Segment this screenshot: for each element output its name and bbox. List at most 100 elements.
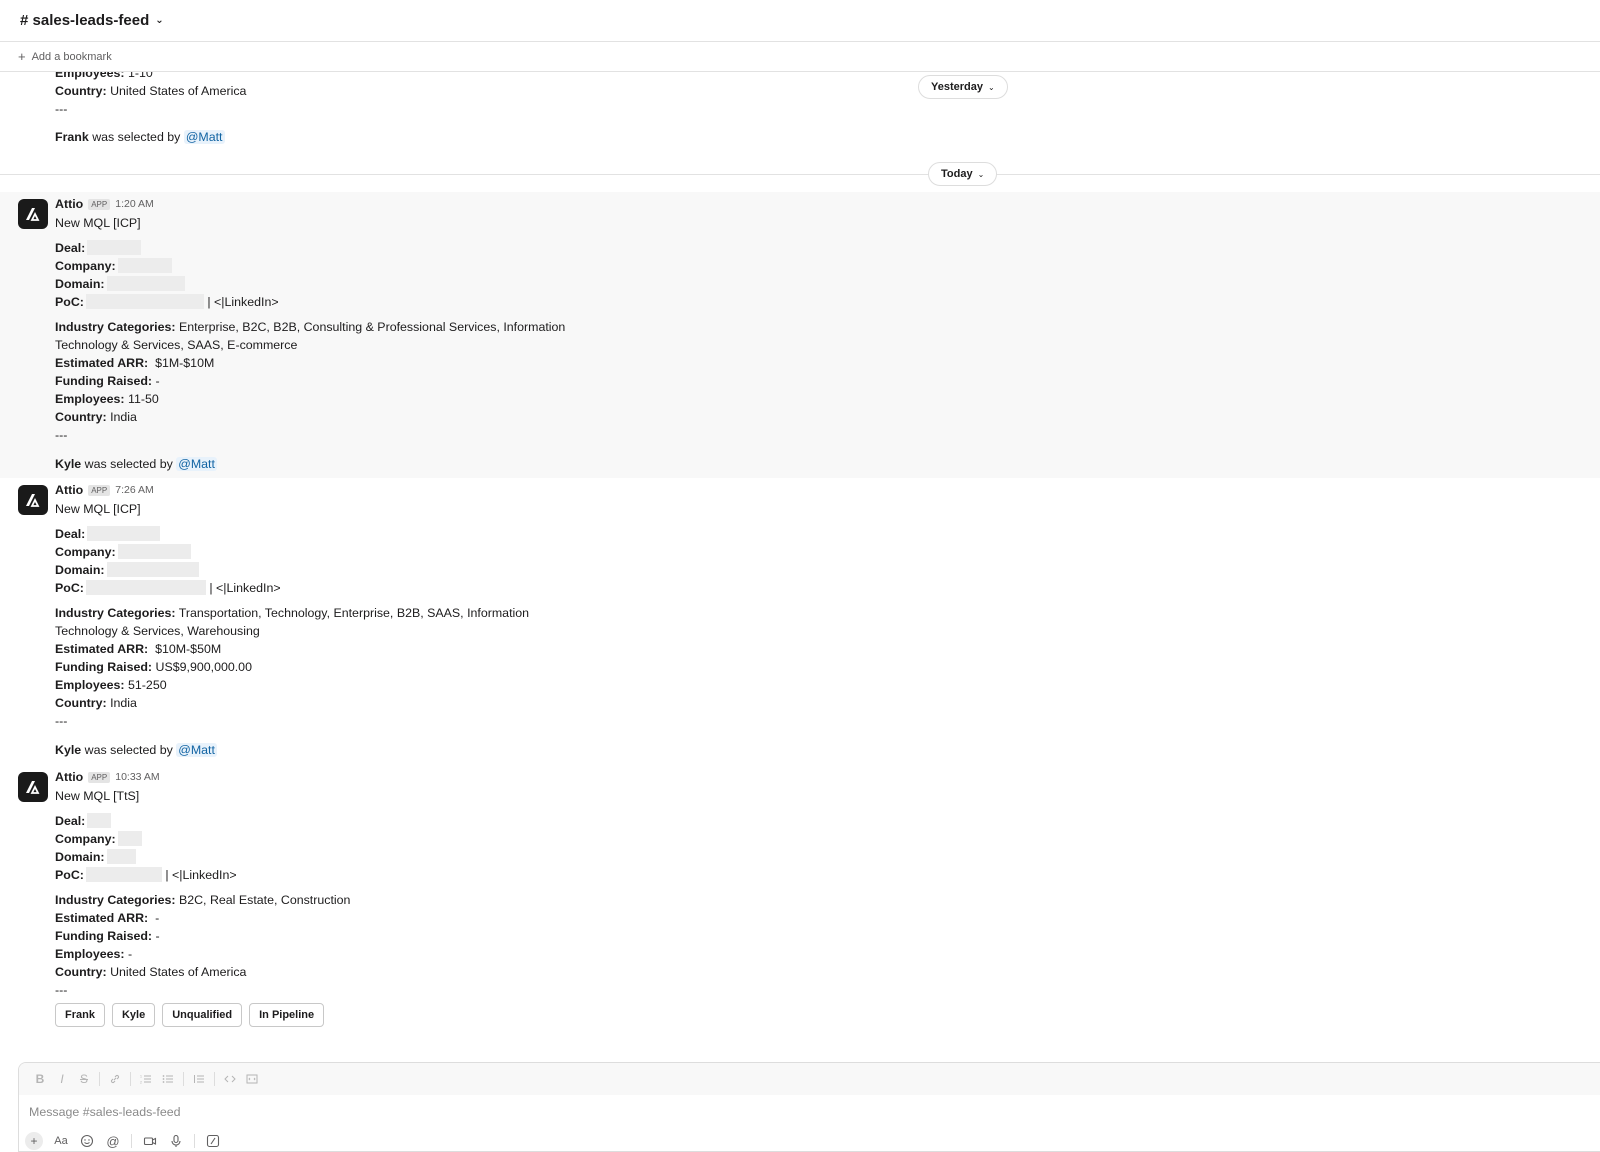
message[interactable]: Attio APP 10:33 AM New MQL [TtS] Deal: C… — [0, 764, 1600, 1044]
redacted-value — [85, 580, 206, 595]
user-mention[interactable]: @Matt — [183, 130, 225, 144]
field-poc: PoC: | <|LinkedIn> — [55, 580, 281, 595]
italic-icon[interactable]: I — [51, 1068, 73, 1090]
frank-button[interactable]: Frank — [55, 1003, 105, 1027]
toolbar-divider — [194, 1134, 195, 1148]
separator-text: --- — [55, 102, 68, 116]
redacted-value — [106, 276, 185, 291]
linkedin-link[interactable]: | <|LinkedIn> — [207, 295, 278, 309]
field-employees: Employees: 11-50 — [55, 392, 159, 406]
field-industry: Industry Categories: Transportation, Tec… — [55, 606, 530, 620]
field-company: Company: — [55, 257, 172, 275]
field-deal: Deal: — [55, 525, 161, 543]
add-bookmark-link[interactable]: Add a bookmark — [32, 51, 112, 63]
field-domain: Domain: — [55, 561, 199, 579]
field-country: Country: United States of America — [55, 84, 247, 98]
app-badge: APP — [88, 198, 111, 210]
linkedin-link[interactable]: | <|LinkedIn> — [209, 581, 280, 595]
redacted-value — [85, 294, 204, 309]
redacted-value — [87, 526, 161, 541]
selection-note: Kyle was selected by @Matt — [55, 743, 217, 757]
field-domain: Domain: — [55, 848, 136, 866]
toolbar-divider — [183, 1072, 184, 1086]
code-icon[interactable] — [219, 1068, 241, 1090]
chevron-down-icon: ⌄ — [977, 169, 985, 179]
toolbar-divider — [214, 1072, 215, 1086]
blockquote-icon[interactable] — [188, 1068, 210, 1090]
message-header: Attio APP 7:26 AM — [55, 483, 154, 497]
redacted-value — [87, 813, 112, 828]
redacted-value — [117, 258, 172, 273]
attio-avatar[interactable] — [18, 772, 48, 802]
slash-command-icon[interactable] — [202, 1130, 224, 1151]
message-input[interactable]: Message #sales-leads-feed — [19, 1095, 1600, 1129]
message-timestamp[interactable]: 1:20 AM — [115, 198, 154, 210]
field-country: Country: India — [55, 696, 137, 710]
in-pipeline-button[interactable]: In Pipeline — [249, 1003, 325, 1027]
plus-icon[interactable]: + — [25, 1132, 43, 1150]
link-icon[interactable] — [104, 1068, 126, 1090]
sender-name[interactable]: Attio — [55, 197, 83, 211]
date-divider-today[interactable]: Today ⌄ — [928, 162, 998, 186]
separator-text: --- — [55, 714, 68, 728]
svg-text:1: 1 — [140, 1075, 142, 1079]
video-icon[interactable] — [139, 1130, 161, 1151]
message[interactable]: Attio APP 1:20 AM New MQL [ICP] Deal: Co… — [0, 192, 1600, 478]
attio-logo-icon — [26, 781, 40, 794]
field-domain: Domain: — [55, 275, 185, 293]
mention-icon[interactable]: @ — [102, 1130, 124, 1151]
date-divider-line — [0, 174, 1600, 175]
ordered-list-icon[interactable]: 12 — [135, 1068, 157, 1090]
chevron-down-icon: ⌄ — [155, 15, 164, 26]
toolbar-divider — [99, 1072, 100, 1086]
plus-icon: + — [18, 49, 26, 64]
message-header: Attio APP 10:33 AM — [55, 770, 160, 784]
kyle-button[interactable]: Kyle — [111, 1003, 156, 1027]
redacted-value — [106, 562, 199, 577]
field-employees: Employees: - — [55, 947, 133, 961]
chevron-down-icon: ⌄ — [987, 82, 995, 92]
attio-logo-icon — [26, 208, 40, 221]
bold-icon[interactable]: B — [29, 1068, 51, 1090]
field-deal: Deal: — [55, 239, 142, 257]
code-block-icon[interactable] — [241, 1068, 263, 1090]
message-composer: B I S 12 Message #sales-leads-feed + Aa — [18, 1062, 1600, 1152]
sender-name[interactable]: Attio — [55, 483, 83, 497]
app-badge: APP — [88, 484, 111, 496]
formatting-icon[interactable]: Aa — [50, 1130, 72, 1151]
date-divider-yesterday[interactable]: Yesterday ⌄ — [918, 75, 1008, 99]
message-timestamp[interactable]: 10:33 AM — [115, 771, 159, 783]
field-company: Company: — [55, 543, 191, 561]
microphone-icon[interactable] — [165, 1130, 187, 1151]
bulleted-list-icon[interactable] — [157, 1068, 179, 1090]
selection-note: Frank was selected by @Matt — [55, 130, 225, 144]
message-feed[interactable]: Employees: 1-10 Country: United States o… — [0, 72, 1600, 1062]
field-funding: Funding Raised: - — [55, 929, 160, 943]
linkedin-link[interactable]: | <|LinkedIn> — [165, 868, 236, 882]
composer-actions: + Aa @ — [19, 1129, 1600, 1151]
field-poc: PoC: | <|LinkedIn> — [55, 867, 237, 882]
bookmarks-bar: + Add a bookmark — [0, 42, 1600, 72]
toolbar-divider — [130, 1072, 131, 1086]
user-mention[interactable]: @Matt — [176, 457, 217, 471]
field-arr: Estimated ARR: $10M-$50M — [55, 642, 222, 656]
unqualified-button[interactable]: Unqualified — [162, 1003, 243, 1027]
formatting-toolbar: B I S 12 — [19, 1063, 1600, 1095]
channel-header: # sales-leads-feed ⌄ — [0, 0, 1600, 42]
app-badge: APP — [88, 771, 111, 783]
emoji-icon[interactable] — [76, 1130, 98, 1151]
field-employees: Employees: 1-10 — [55, 72, 153, 80]
attio-avatar[interactable] — [18, 199, 48, 229]
field-country: Country: India — [55, 410, 137, 424]
field-country: Country: United States of America — [55, 965, 247, 979]
message-timestamp[interactable]: 7:26 AM — [115, 484, 154, 496]
field-industry: Industry Categories: Enterprise, B2C, B2… — [55, 320, 566, 334]
attio-avatar[interactable] — [18, 485, 48, 515]
user-mention[interactable]: @Matt — [176, 743, 217, 757]
message-header: Attio APP 1:20 AM — [55, 197, 154, 211]
attio-logo-icon — [26, 494, 40, 507]
sender-name[interactable]: Attio — [55, 770, 83, 784]
message[interactable]: Attio APP 7:26 AM New MQL [ICP] Deal: Co… — [0, 478, 1600, 764]
channel-name-button[interactable]: # sales-leads-feed ⌄ — [20, 12, 164, 29]
strikethrough-icon[interactable]: S — [73, 1068, 95, 1090]
